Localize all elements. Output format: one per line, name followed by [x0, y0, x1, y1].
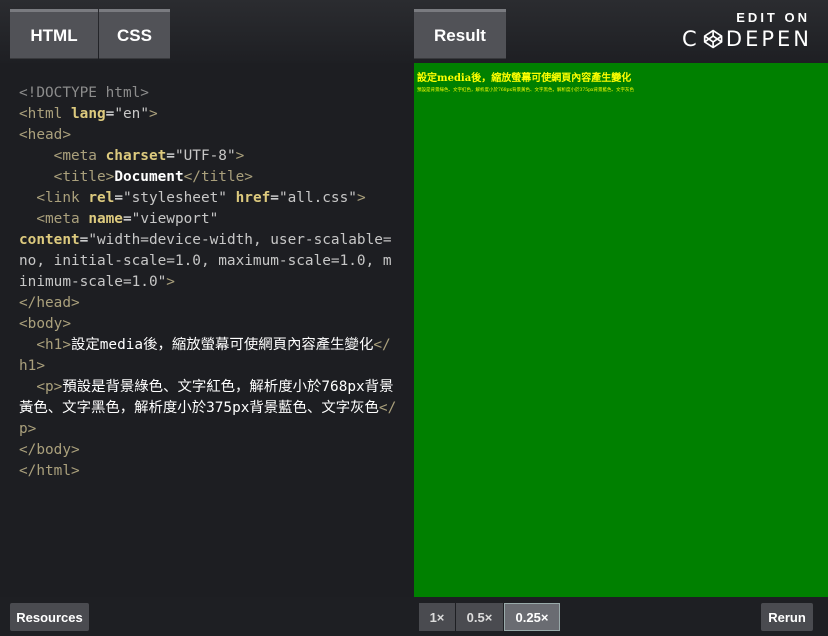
tab-html[interactable]: HTML	[10, 9, 98, 59]
code-html-open: <html	[19, 106, 63, 122]
code-title-open: <title>	[53, 169, 115, 185]
result-preview[interactable]: 設定media後，縮放螢幕可使網頁內容產生變化 預設是背景綠色、文字紅色，解析度…	[414, 63, 828, 597]
code-meta-viewport-close: >	[166, 274, 175, 290]
code-head-open: <head>	[19, 127, 71, 143]
code-head-close: </head>	[19, 295, 80, 311]
tab-css[interactable]: CSS	[99, 9, 170, 59]
editor-footer: Resources 1× 0.5× 0.25× Rerun	[0, 597, 828, 636]
tab-result[interactable]: Result	[414, 9, 506, 59]
code-link-close: >	[356, 190, 366, 206]
codepen-logo: C DEPEN	[682, 27, 812, 51]
code-body-open: <body>	[19, 316, 71, 332]
code-meta-viewport: <meta	[36, 211, 80, 227]
zoom-0-25x-button[interactable]: 0.25×	[504, 603, 560, 631]
code-title-text: Document	[114, 169, 184, 185]
code-charset-attr: charset	[96, 148, 167, 164]
editor-header: HTML CSS Result EDIT ON C DEPEN	[0, 0, 828, 63]
code-rel-value: "stylesheet"	[122, 190, 227, 206]
editor-tabs: HTML CSS	[10, 9, 170, 59]
result-paragraph: 預設是背景綠色、文字紅色，解析度小於768px背景黃色、文字黑色，解析度小於37…	[417, 88, 635, 93]
code-h1-open: <h1>	[36, 337, 71, 353]
code-html-close: </html>	[19, 463, 80, 479]
code-html-open-close: >	[148, 106, 158, 122]
code-charset-value: "UTF-8"	[174, 148, 236, 164]
zoom-0-5x-button[interactable]: 0.5×	[456, 603, 503, 631]
code-title-close: </title>	[183, 169, 253, 185]
code-meta-charset-close: >	[235, 148, 245, 164]
code-text: <!DOCTYPE html> <html lang="en"> <head> …	[19, 85, 397, 479]
edit-on-label: EDIT ON	[736, 10, 810, 25]
code-h1-text: 設定media後，縮放螢幕可使網頁內容產生變化	[70, 337, 374, 353]
code-p-text: 預設是背景綠色、文字紅色，解析度小於768px背景黃色、文字黑色，解析度小於37…	[19, 379, 394, 416]
code-link-open: <link	[36, 190, 80, 206]
code-href-value: "all.css"	[278, 190, 357, 206]
code-lang-value: "en"	[114, 106, 149, 122]
code-content-attr: content	[19, 232, 80, 248]
code-doctype: <!DOCTYPE html>	[19, 85, 149, 101]
result-heading: 設定media後，縮放螢幕可使網頁內容產生變化	[417, 73, 632, 84]
codepen-cube-icon	[703, 29, 723, 49]
logo-text-depen: DEPEN	[725, 27, 812, 51]
html-code-editor[interactable]: <!DOCTYPE html> <html lang="en"> <head> …	[0, 63, 414, 597]
code-meta-charset: <meta	[53, 148, 97, 164]
rerun-button[interactable]: Rerun	[761, 603, 813, 631]
code-rel-attr: rel	[79, 190, 115, 206]
code-lang-attr: lang	[62, 106, 106, 122]
code-name-value: "viewport"	[131, 211, 219, 227]
code-name-attr: name	[79, 211, 123, 227]
resources-button[interactable]: Resources	[10, 603, 89, 631]
zoom-1x-button[interactable]: 1×	[419, 603, 455, 631]
zoom-controls: 1× 0.5× 0.25×	[419, 603, 561, 631]
code-href-attr: href	[226, 190, 271, 206]
code-body-close: </body>	[19, 442, 80, 458]
logo-letter-c: C	[682, 27, 700, 51]
edit-on-codepen-link[interactable]: EDIT ON C DEPEN	[682, 10, 812, 51]
code-p-open: <p>	[36, 379, 63, 395]
